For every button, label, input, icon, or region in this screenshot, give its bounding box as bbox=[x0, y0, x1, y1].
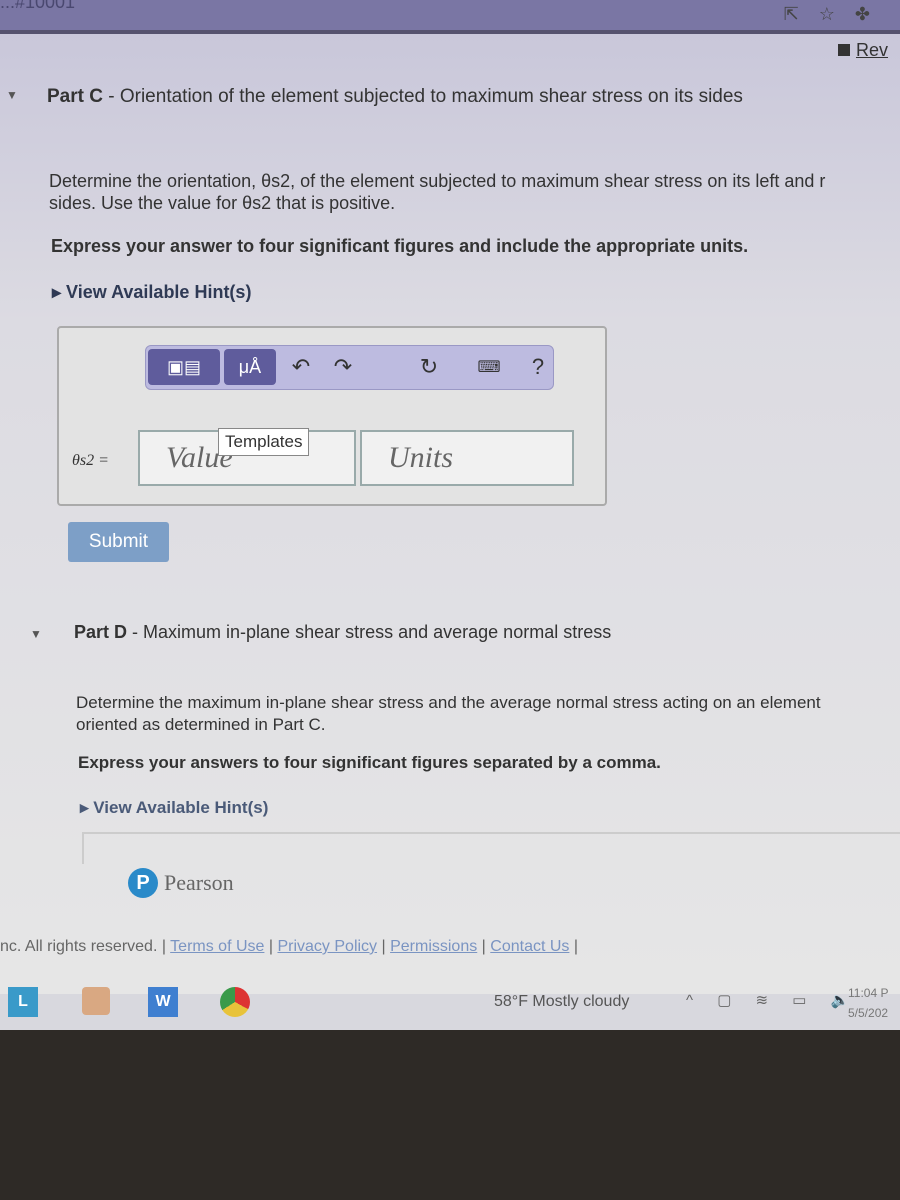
permissions-link[interactable]: Permissions bbox=[390, 938, 477, 955]
taskbar: L W 58°F Mostly cloudy ^ ▢ ≋ ▭ 🔈 11:04 P… bbox=[0, 985, 900, 1030]
share-icon[interactable]: ⇱ bbox=[784, 4, 819, 24]
copyright: nc. All rights reserved. bbox=[0, 938, 158, 955]
bookmark-star-icon[interactable]: ☆ bbox=[819, 4, 855, 24]
question-line: oriented as determined in Part C. bbox=[76, 715, 326, 734]
extensions-icon[interactable]: ✤ bbox=[855, 4, 890, 24]
templates-button[interactable]: ▣▤ bbox=[148, 349, 220, 385]
redo-icon[interactable]: ↷ bbox=[328, 349, 358, 385]
question-line: Determine the maximum in-plane shear str… bbox=[76, 693, 821, 712]
privacy-link[interactable]: Privacy Policy bbox=[277, 938, 377, 955]
answer-box-partial bbox=[82, 832, 900, 864]
pearson-brand: Pearson bbox=[164, 870, 234, 895]
app-l-icon[interactable]: L bbox=[8, 987, 38, 1017]
question-line: Determine the orientation, θs2, of the e… bbox=[49, 171, 826, 191]
system-tray-icons[interactable]: ^ ▢ ≋ ▭ 🔈 bbox=[686, 991, 859, 1009]
review-link[interactable]: Rev bbox=[838, 40, 888, 61]
keyboard-icon[interactable]: ⌨ bbox=[472, 349, 506, 385]
part-title-text: - Maximum in-plane shear stress and aver… bbox=[127, 622, 612, 642]
collapse-part-c-icon[interactable]: ▼ bbox=[6, 88, 18, 102]
part-d-question: Determine the maximum in-plane shear str… bbox=[76, 692, 821, 736]
chrome-icon[interactable] bbox=[220, 987, 250, 1017]
word-icon[interactable]: W bbox=[148, 987, 178, 1017]
hint-label: View Available Hint(s) bbox=[66, 282, 252, 302]
help-button[interactable]: ? bbox=[526, 349, 550, 385]
hint-label: View Available Hint(s) bbox=[93, 798, 269, 817]
app-icon[interactable] bbox=[82, 987, 110, 1015]
templates-tooltip: Templates bbox=[218, 428, 310, 456]
pearson-logo[interactable]: P Pearson bbox=[128, 868, 234, 898]
url-text[interactable]: ...#10001 bbox=[0, 0, 75, 13]
submit-button[interactable]: Submit bbox=[68, 522, 169, 562]
clock[interactable]: 11:04 P 5/5/202 bbox=[848, 983, 888, 1023]
collapse-part-d-icon[interactable]: ▼ bbox=[30, 627, 42, 641]
weather[interactable]: 58°F Mostly cloudy bbox=[494, 993, 629, 1011]
undo-icon[interactable]: ↶ bbox=[286, 349, 316, 385]
time: 11:04 P bbox=[848, 986, 889, 1000]
browser-address-bar[interactable]: ...#10001 ⇱☆✤ bbox=[0, 0, 900, 30]
part-label: Part C bbox=[47, 86, 103, 107]
monitor-bezel bbox=[0, 1030, 900, 1200]
pearson-p-icon: P bbox=[128, 868, 158, 898]
units-button[interactable]: μÅ bbox=[224, 349, 276, 385]
part-title-text: - Orientation of the element subjected t… bbox=[102, 86, 743, 107]
part-c-title[interactable]: Part C - Orientation of the element subj… bbox=[47, 86, 743, 108]
contact-link[interactable]: Contact Us bbox=[490, 938, 569, 955]
part-label: Part D bbox=[74, 622, 128, 642]
units-input[interactable]: Units bbox=[360, 430, 574, 486]
part-c-instruction: Express your answer to four significant … bbox=[51, 236, 749, 256]
part-d-instruction: Express your answers to four significant… bbox=[78, 753, 661, 772]
part-c-question: Determine the orientation, θs2, of the e… bbox=[49, 170, 825, 214]
answer-label: θs2 = bbox=[72, 452, 109, 469]
question-line: sides. Use the value for θs2 that is pos… bbox=[49, 193, 396, 213]
reset-icon[interactable]: ↻ bbox=[414, 349, 444, 385]
part-d-hint-toggle[interactable]: ▸ View Available Hint(s) bbox=[80, 798, 268, 818]
date: 5/5/202 bbox=[848, 1006, 889, 1020]
part-d-title[interactable]: Part D - Maximum in-plane shear stress a… bbox=[74, 622, 611, 643]
part-c-hint-toggle[interactable]: ▸ View Available Hint(s) bbox=[52, 282, 251, 303]
terms-link[interactable]: Terms of Use bbox=[170, 938, 264, 955]
math-toolbar: ▣▤ μÅ ↶ ↷ ↻ ⌨ ? bbox=[145, 345, 554, 390]
footer: nc. All rights reserved. | Terms of Use … bbox=[0, 938, 579, 955]
browser-toolbar-icons[interactable]: ⇱☆✤ bbox=[784, 4, 890, 25]
